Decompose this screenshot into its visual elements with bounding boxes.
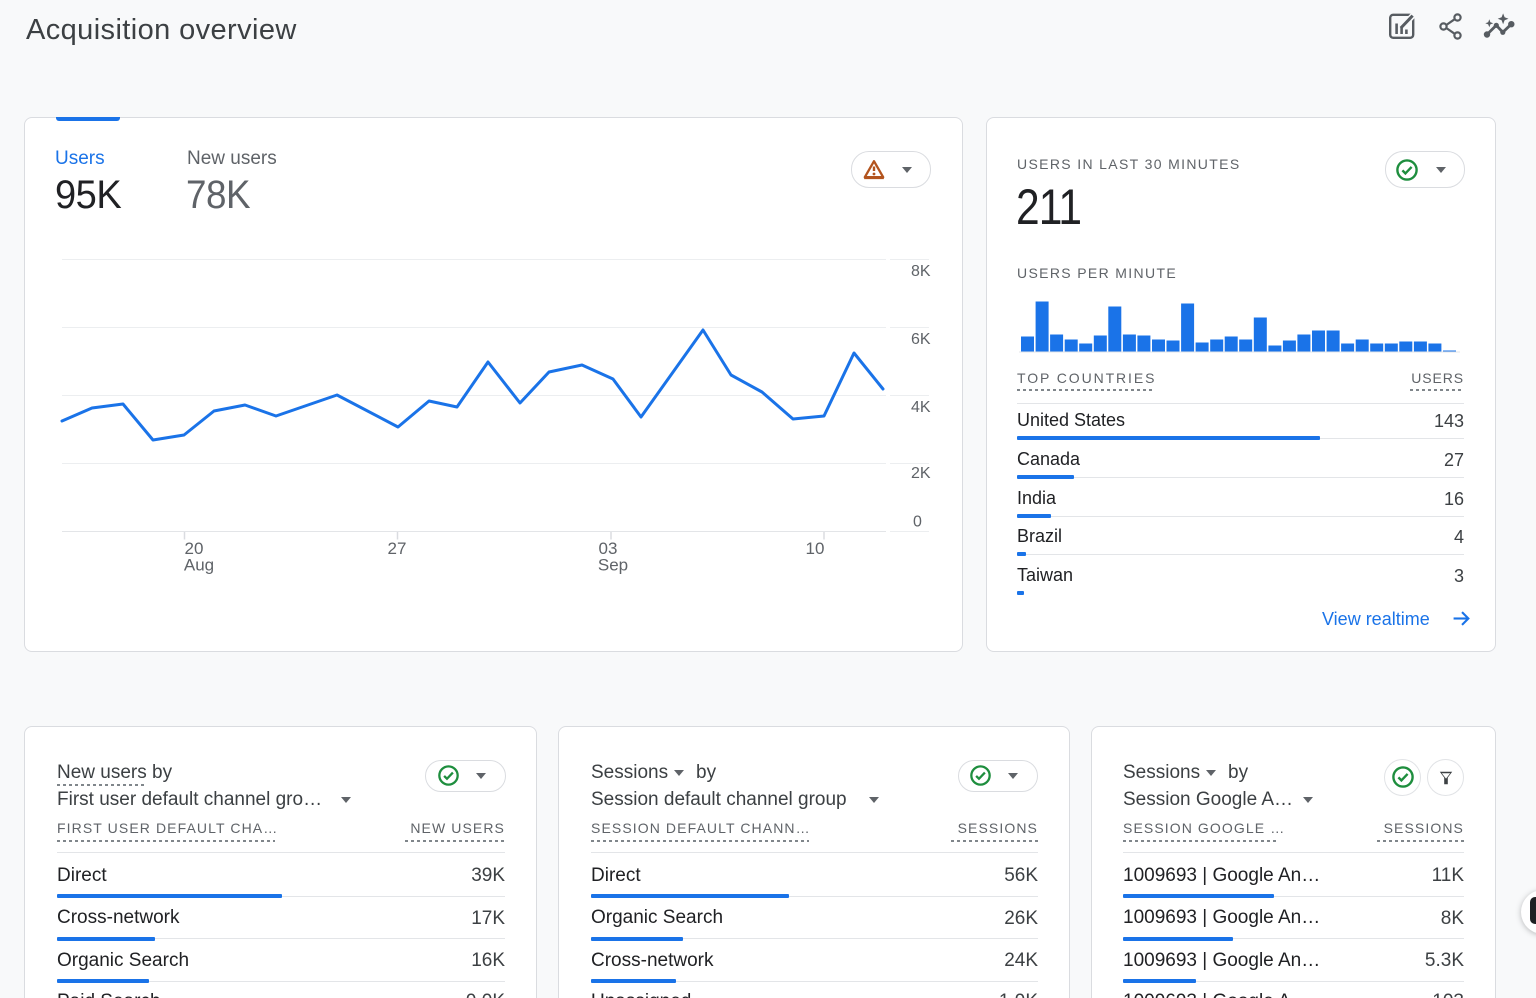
svg-text:2K: 2K (911, 465, 931, 482)
svg-text:0: 0 (913, 514, 922, 531)
svg-text:6K: 6K (911, 331, 931, 348)
svg-text:27: 27 (388, 539, 407, 558)
svg-text:8K: 8K (911, 263, 931, 280)
svg-text:4K: 4K (911, 399, 931, 416)
svg-text:Aug: Aug (184, 556, 214, 575)
svg-text:10: 10 (806, 539, 825, 558)
svg-text:Sep: Sep (598, 556, 628, 575)
